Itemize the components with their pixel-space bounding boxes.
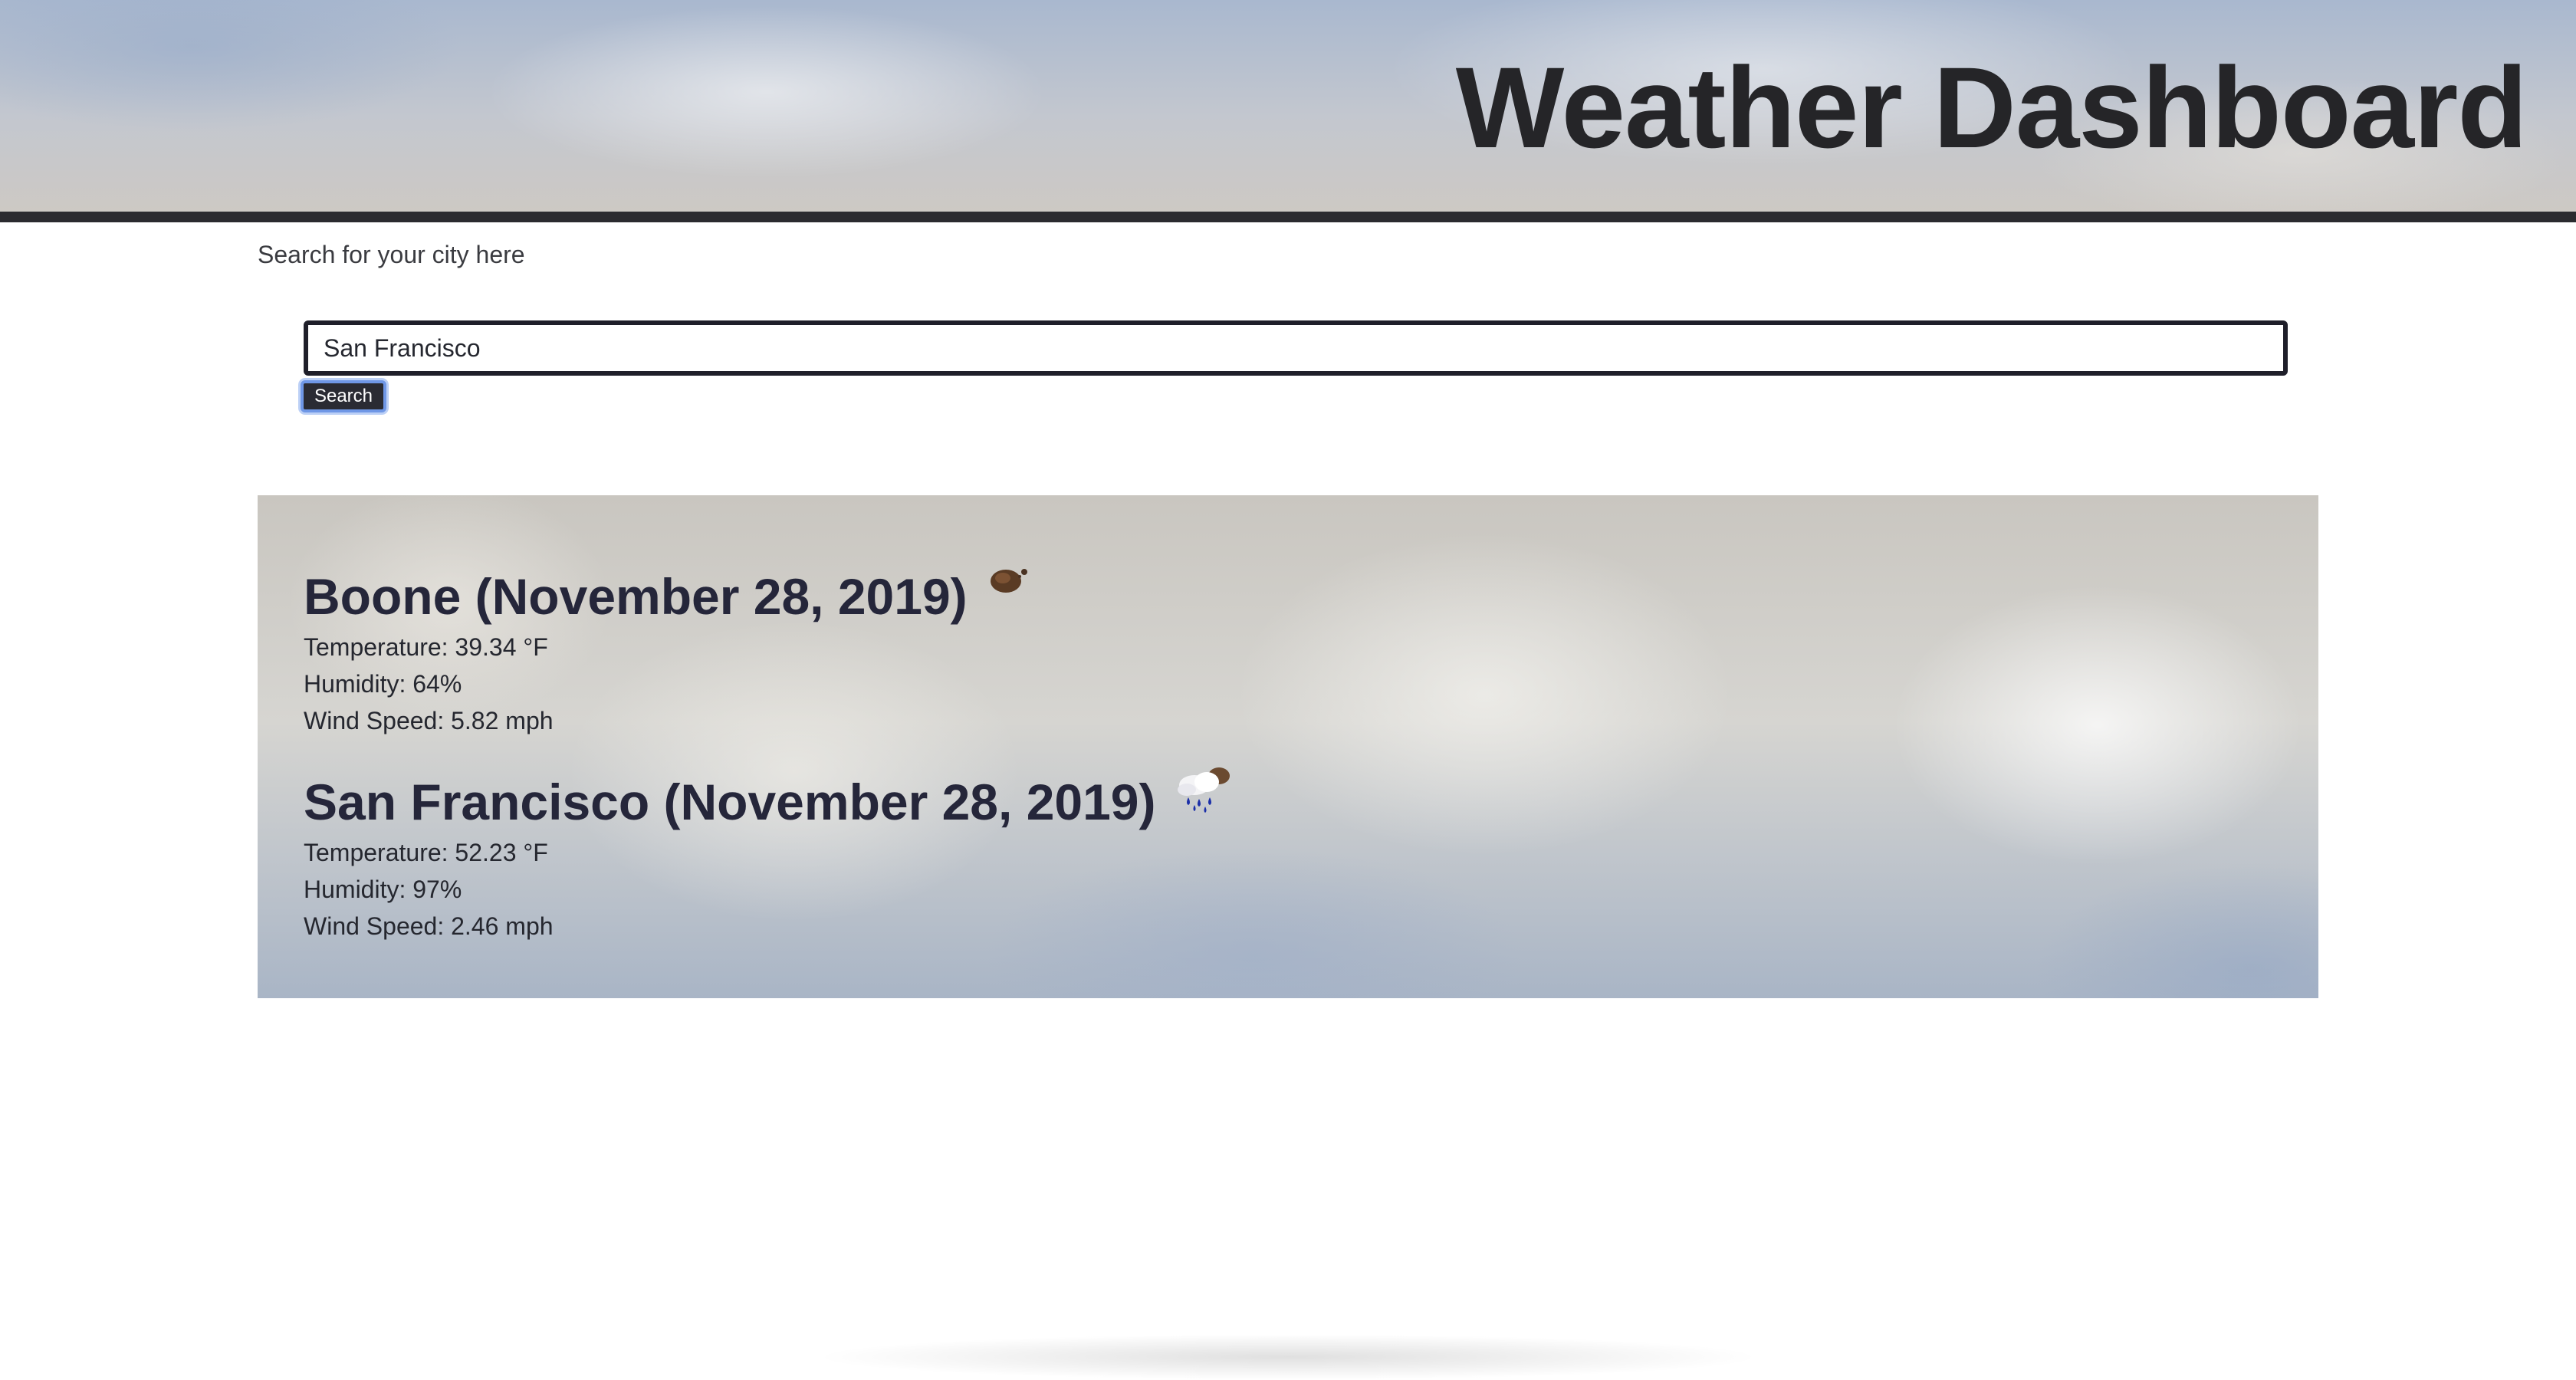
wind-speed-text: Wind Speed: 2.46 mph bbox=[304, 912, 554, 940]
search-button[interactable]: Search bbox=[301, 380, 386, 412]
city-heading-row: Boone (November 28, 2019) bbox=[304, 564, 1040, 629]
weather-results-panel: Boone (November 28, 2019) Temperature: 3… bbox=[258, 495, 2318, 998]
humidity-text: Humidity: 97% bbox=[304, 876, 462, 903]
rain-cloud-icon bbox=[1175, 764, 1230, 813]
city-heading-row: San Francisco (November 28, 2019) bbox=[304, 767, 1230, 834]
city-title: San Francisco (November 28, 2019) bbox=[304, 774, 1156, 830]
city-result: Boone (November 28, 2019) Temperature: 3… bbox=[304, 564, 1040, 739]
search-input[interactable] bbox=[304, 320, 2288, 376]
temperature-text: Temperature: 39.34 °F bbox=[304, 633, 548, 661]
header-divider bbox=[0, 212, 2576, 222]
header-banner: Weather Dashboard bbox=[0, 0, 2576, 212]
temperature-text: Temperature: 52.23 °F bbox=[304, 839, 548, 866]
dark-cloud-icon bbox=[986, 558, 1040, 604]
search-label: Search for your city here bbox=[258, 241, 525, 268]
page-title: Weather Dashboard bbox=[1455, 43, 2528, 172]
bottom-shadow bbox=[813, 1334, 1763, 1380]
humidity-text: Humidity: 64% bbox=[304, 670, 462, 698]
city-result: San Francisco (November 28, 2019) Temper… bbox=[304, 767, 1230, 945]
wind-speed-text: Wind Speed: 5.82 mph bbox=[304, 707, 554, 734]
city-title: Boone (November 28, 2019) bbox=[304, 568, 968, 625]
